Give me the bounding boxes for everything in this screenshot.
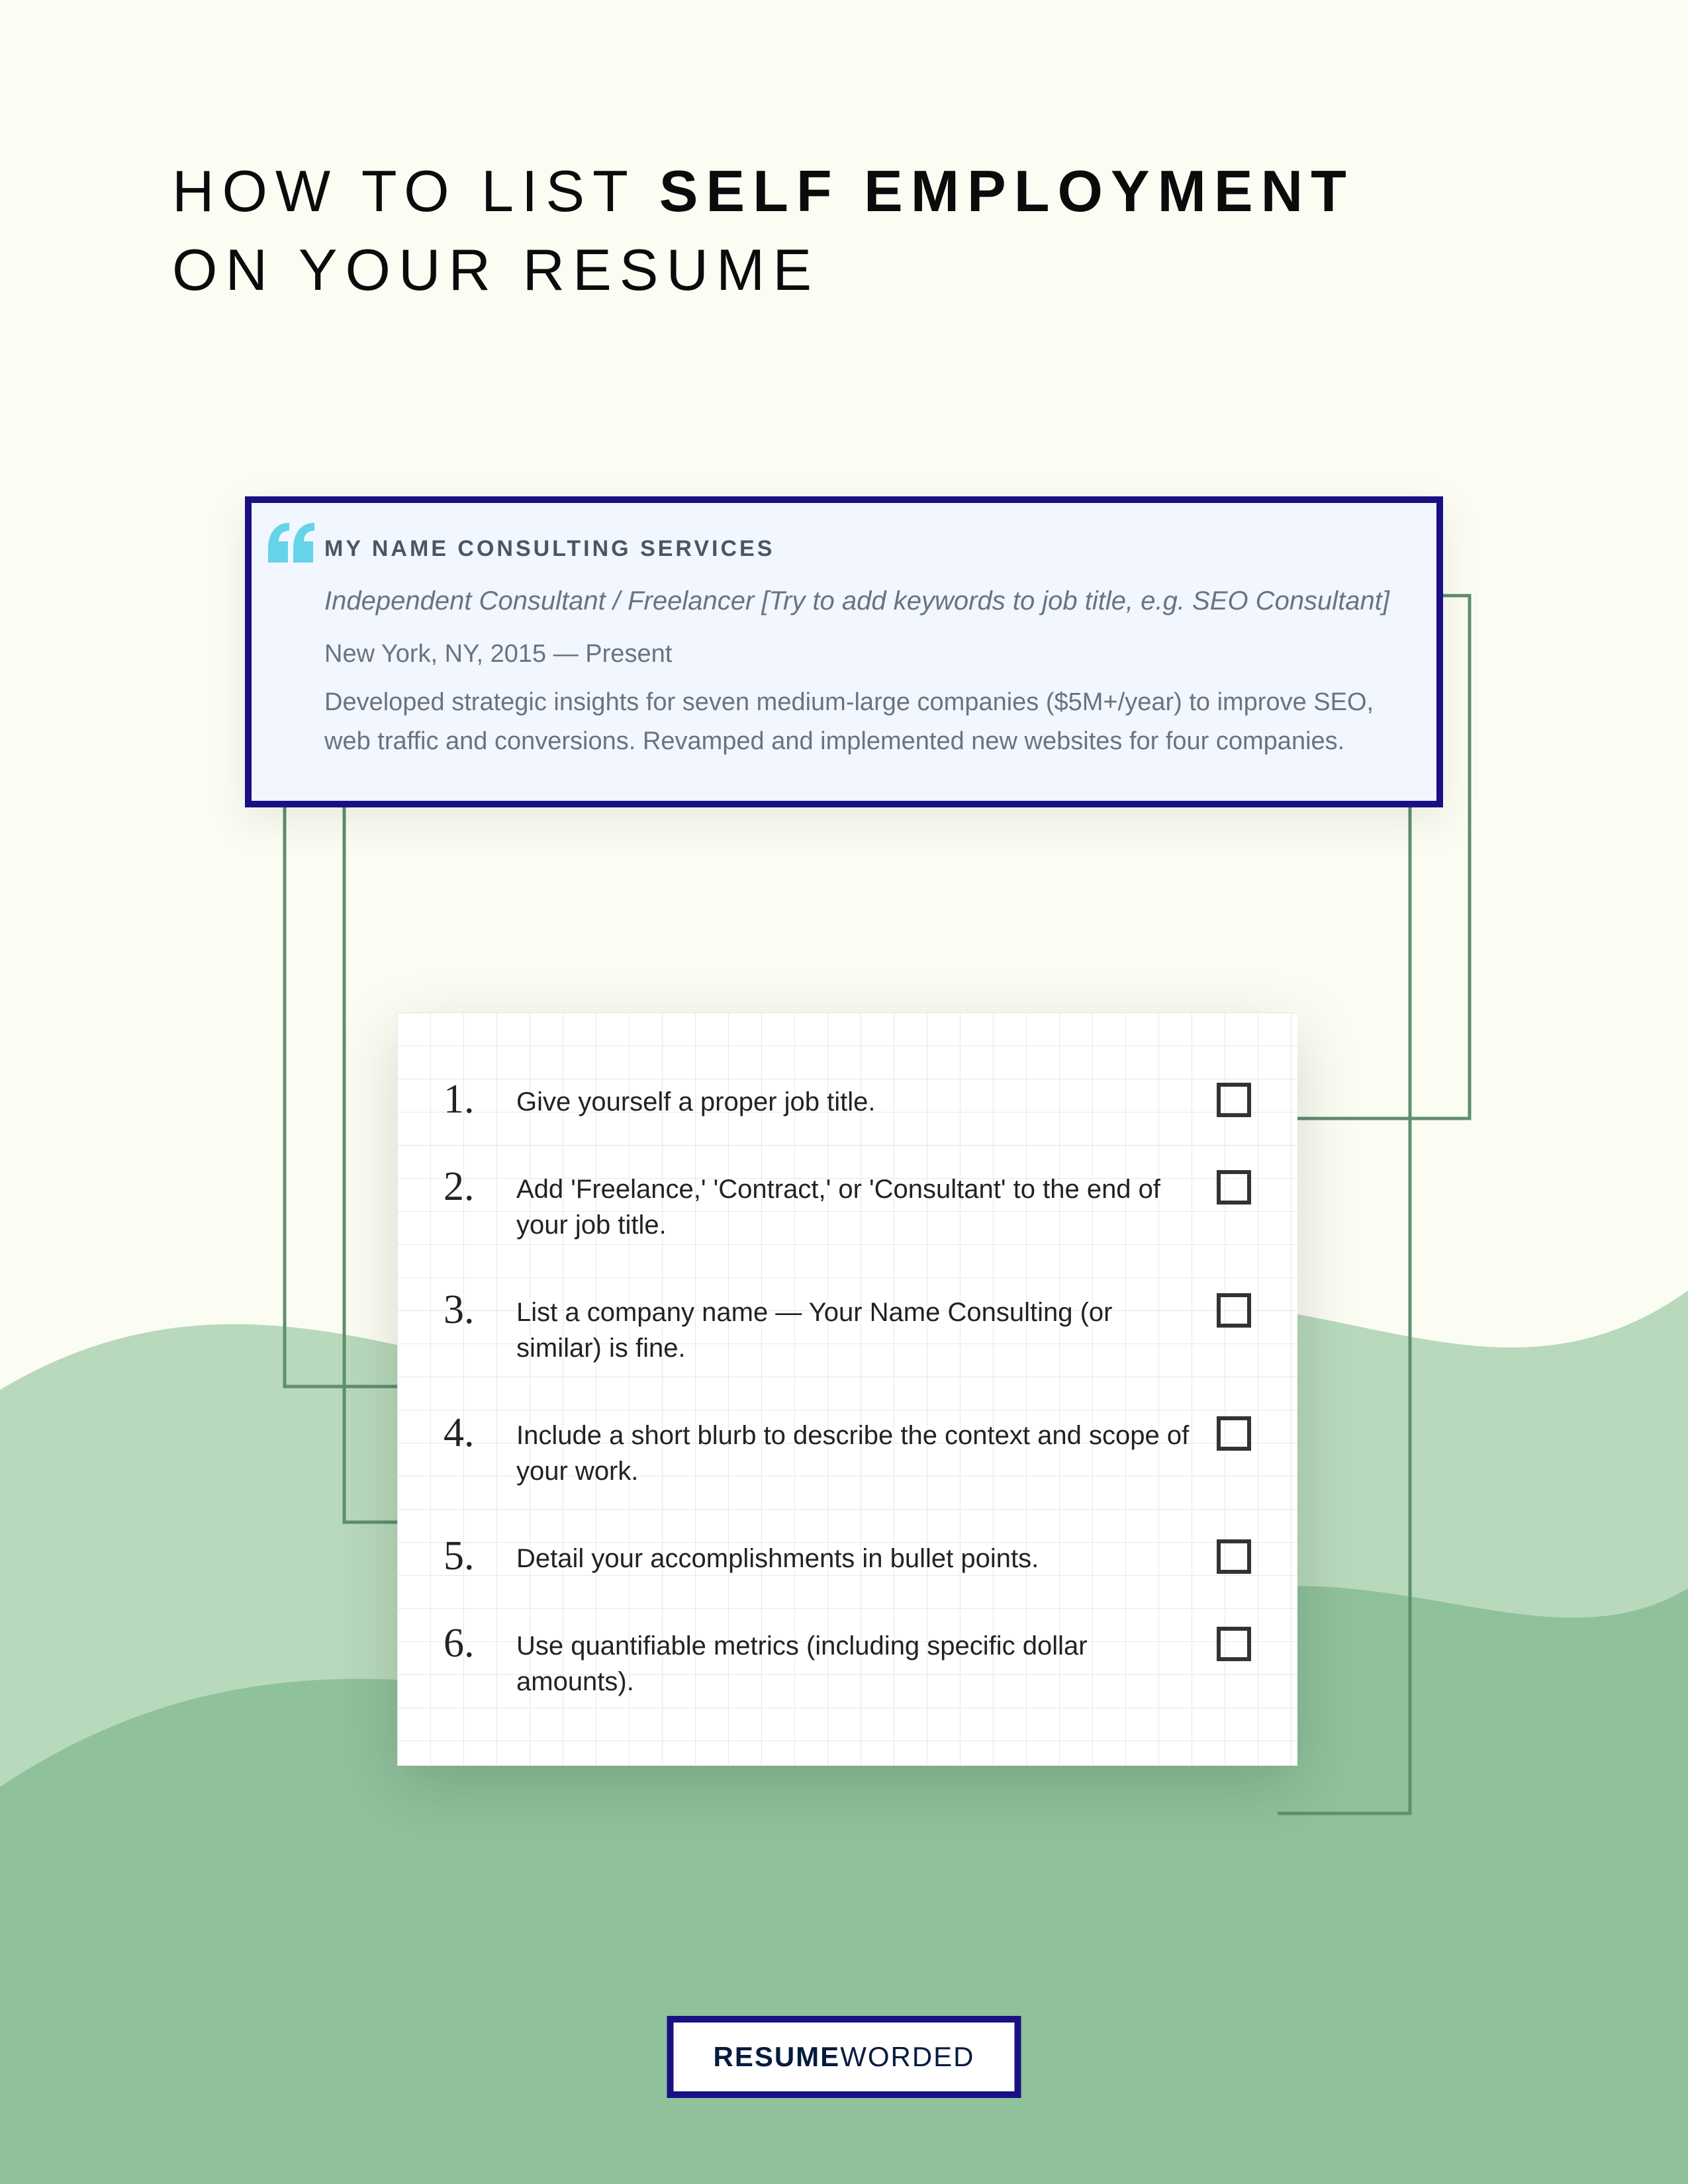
example-company: MY NAME CONSULTING SERVICES (324, 536, 1390, 562)
example-description: Developed strategic insights for seven m… (324, 683, 1390, 761)
tip-row: 6. Use quantifiable metrics (including s… (444, 1623, 1251, 1700)
tip-text: Use quantifiable metrics (including spec… (516, 1623, 1197, 1700)
logo-resume: RESUME (713, 2041, 840, 2072)
resume-worded-logo: RESUMEWORDED (667, 2016, 1021, 2098)
checkbox-icon (1217, 1539, 1251, 1574)
tip-text: Give yourself a proper job title. (516, 1079, 1197, 1120)
tip-number: 4. (444, 1412, 496, 1453)
example-jobtitle: Independent Consultant / Freelancer [Try… (324, 580, 1390, 621)
tip-text: Detail your accomplishments in bullet po… (516, 1535, 1197, 1576)
tip-text: List a company name — Your Name Consulti… (516, 1289, 1197, 1366)
checkbox-icon (1217, 1083, 1251, 1117)
title-bold: SELF EMPLOYMENT (659, 158, 1354, 224)
resume-example-card: MY NAME CONSULTING SERVICES Independent … (245, 496, 1443, 807)
checkbox-icon (1217, 1627, 1251, 1661)
tip-number: 3. (444, 1289, 496, 1330)
tip-text: Include a short blurb to describe the co… (516, 1412, 1197, 1489)
logo-worded: WORDED (840, 2041, 974, 2072)
quote-icon (268, 523, 314, 563)
page-title: HOW TO LIST SELF EMPLOYMENT ON YOUR RESU… (172, 152, 1516, 310)
checkbox-icon (1217, 1416, 1251, 1451)
checkbox-icon (1217, 1293, 1251, 1328)
checklist-card: 1. Give yourself a proper job title. 2. … (397, 1013, 1297, 1766)
tip-row: 2. Add 'Freelance,' 'Contract,' or 'Cons… (444, 1166, 1251, 1243)
tip-number: 2. (444, 1166, 496, 1207)
tip-text: Add 'Freelance,' 'Contract,' or 'Consult… (516, 1166, 1197, 1243)
example-meta: New York, NY, 2015 — Present (324, 640, 1390, 668)
tip-row: 4. Include a short blurb to describe the… (444, 1412, 1251, 1489)
tip-number: 1. (444, 1079, 496, 1120)
tip-number: 5. (444, 1535, 496, 1576)
title-post: ON YOUR RESUME (172, 237, 820, 302)
tip-row: 1. Give yourself a proper job title. (444, 1079, 1251, 1120)
checkbox-icon (1217, 1170, 1251, 1205)
title-pre: HOW TO LIST (172, 158, 659, 224)
tip-number: 6. (444, 1623, 496, 1664)
tip-row: 5. Detail your accomplishments in bullet… (444, 1535, 1251, 1576)
tip-row: 3. List a company name — Your Name Consu… (444, 1289, 1251, 1366)
